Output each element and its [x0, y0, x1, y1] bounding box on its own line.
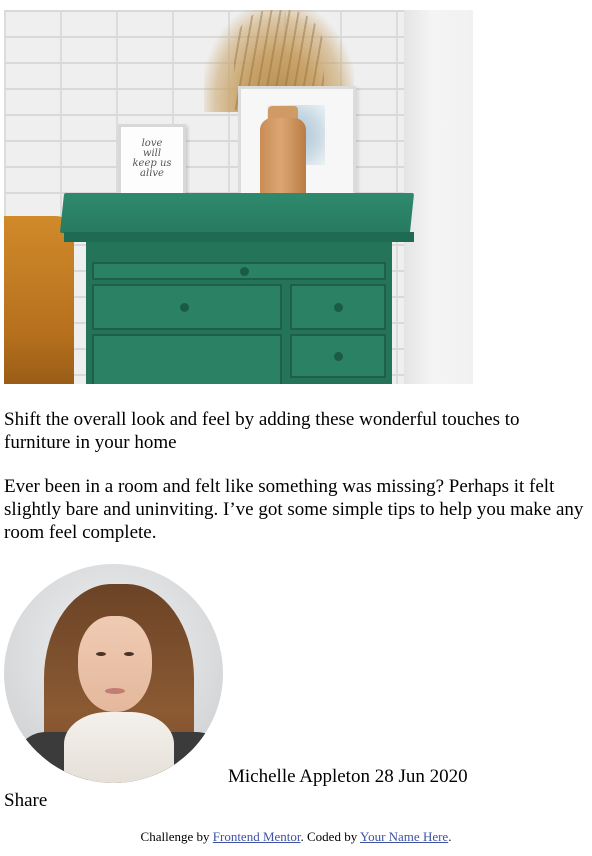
avatar-eye	[96, 652, 106, 656]
avatar-eye	[124, 652, 134, 656]
author-avatar	[4, 564, 223, 783]
article-description: Ever been in a room and felt like someth…	[4, 476, 584, 543]
avatar-scarf	[64, 712, 174, 783]
wall-panel	[404, 10, 473, 384]
attribution-prefix: Challenge by	[140, 829, 213, 844]
cabinet-top	[59, 193, 415, 233]
article-title: Shift the overall look and feel by addin…	[4, 409, 520, 453]
drawer-top	[92, 262, 386, 280]
author-info: Michelle Appleton 28 Jun 2020	[228, 765, 468, 788]
hero-image: love will keep us alive	[4, 10, 473, 384]
avatar-face	[78, 616, 152, 712]
knob	[180, 303, 189, 312]
cabinet-edge	[64, 232, 414, 242]
author-link[interactable]: Your Name Here	[360, 829, 448, 844]
attribution-suffix: .	[448, 829, 452, 844]
attribution: Challenge by Frontend Mentor. Coded by Y…	[0, 829, 592, 845]
knob	[240, 267, 249, 276]
frame-text: love will keep us alive	[132, 138, 172, 179]
knob	[334, 303, 343, 312]
attribution-middle: . Coded by	[300, 829, 360, 844]
avatar-lips	[105, 688, 125, 694]
post-date: 28 Jun 2020	[374, 766, 468, 787]
cabinet-body	[86, 242, 392, 384]
knob	[334, 352, 343, 361]
frontend-mentor-link[interactable]: Frontend Mentor	[213, 829, 301, 844]
share-button[interactable]: Share	[4, 789, 47, 812]
author-name: Michelle Appleton	[228, 766, 370, 787]
page: love will keep us alive Shift the overal…	[0, 0, 592, 856]
drawer-left-2	[92, 334, 282, 384]
